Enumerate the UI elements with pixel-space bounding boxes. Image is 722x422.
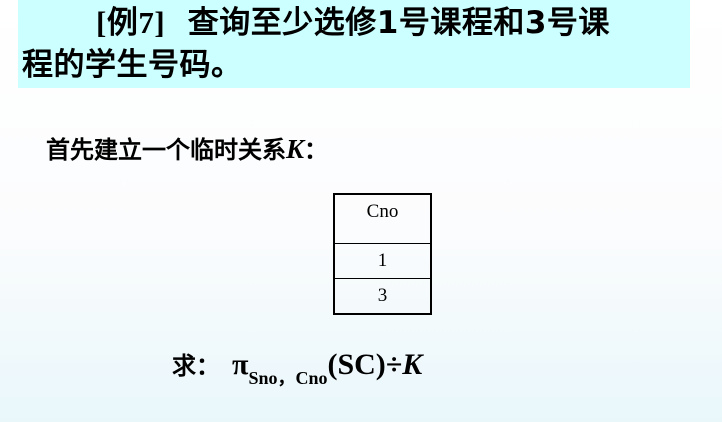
table-cell: 3: [334, 278, 431, 314]
table-row: 3: [334, 278, 431, 314]
table-cell: 1: [334, 243, 431, 279]
query-formula: 求： πSno，Cno(SC)÷K: [172, 345, 422, 390]
example-tag: [例7]: [96, 5, 166, 40]
title-text-1: 查询至少选修1号课程和3号课: [187, 5, 610, 41]
table-header-row: Cno: [334, 194, 431, 244]
projection-subscript: Sno，Cno: [248, 368, 328, 388]
formula-argument: (SC): [327, 348, 386, 381]
temp-relation-name: K: [286, 134, 305, 164]
relation-k-table: Cno 1 3: [333, 193, 432, 315]
formula-label: 求：: [172, 352, 220, 380]
division-operator: ÷: [385, 348, 403, 381]
projection-operator: π: [232, 348, 249, 381]
intro-colon: ：: [304, 136, 329, 164]
intro-statement: 首先建立一个临时关系K：: [46, 133, 328, 166]
slide-title-line-1: [例7] 查询至少选修1号课程和3号课: [96, 4, 610, 42]
formula-divisor: K: [402, 348, 423, 381]
column-header-cno: Cno: [366, 201, 399, 222]
table-row: 1: [334, 243, 431, 279]
title-text-2: 程的学生号码。: [22, 47, 243, 83]
intro-text: 首先建立一个临时关系: [46, 136, 286, 164]
slide-title-line-2: 程的学生号码。: [22, 46, 243, 84]
